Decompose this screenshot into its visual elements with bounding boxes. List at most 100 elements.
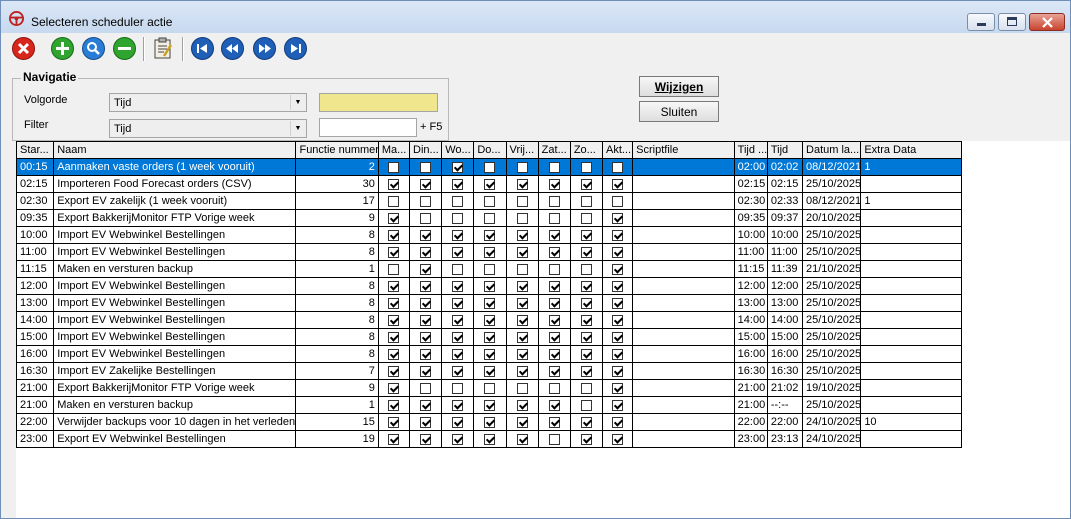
checkbox-akt[interactable] [612, 280, 624, 292]
checkbox-vr[interactable] [516, 399, 528, 411]
checkbox-ma[interactable] [388, 382, 400, 394]
column-header[interactable]: Functie nummer [295, 141, 379, 159]
checkbox-vr[interactable] [516, 348, 528, 360]
checkbox-zo[interactable] [580, 161, 592, 173]
checkbox-vr[interactable] [516, 195, 528, 207]
column-header[interactable]: Naam [53, 141, 297, 159]
checkbox-akt[interactable] [612, 365, 624, 377]
checkbox-akt[interactable] [612, 348, 624, 360]
checkbox-wo[interactable] [452, 297, 464, 309]
column-header[interactable]: Star... [15, 141, 55, 159]
table-row[interactable]: 14:00 Import EV Webwinkel Bestellingen 8 14… [15, 311, 962, 329]
column-header[interactable]: Do... [473, 141, 507, 159]
table-row[interactable]: 02:30 Export EV zakelijk (1 week vooruit)… [15, 192, 962, 210]
checkbox-vr[interactable] [516, 263, 528, 275]
table-row[interactable]: 11:15 Maken en versturen backup 1 11:15 11:3… [15, 260, 962, 278]
checkbox-za[interactable] [548, 331, 560, 343]
checkbox-do[interactable] [484, 433, 496, 445]
chevron-down-icon[interactable]: ▼ [290, 95, 305, 110]
checkbox-akt[interactable] [612, 433, 624, 445]
maximize-button[interactable] [998, 13, 1026, 31]
next-record-button[interactable] [252, 36, 277, 61]
table-row[interactable]: 11:00 Import EV Webwinkel Bestellingen 8 11… [15, 243, 962, 261]
checkbox-akt[interactable] [612, 195, 624, 207]
column-header[interactable]: Zo... [569, 141, 603, 159]
checkbox-wo[interactable] [452, 365, 464, 377]
checkbox-ma[interactable] [388, 399, 400, 411]
minimize-button[interactable] [967, 13, 995, 31]
checkbox-zo[interactable] [580, 348, 592, 360]
checkbox-zo[interactable] [580, 365, 592, 377]
checkbox-di[interactable] [420, 365, 432, 377]
checkbox-vr[interactable] [516, 365, 528, 377]
checkbox-wo[interactable] [452, 399, 464, 411]
table-row[interactable]: 09:35 Export BakkerijMonitor FTP Vorige w… [15, 209, 962, 227]
checkbox-zo[interactable] [580, 229, 592, 241]
checkbox-ma[interactable] [388, 314, 400, 326]
column-header[interactable]: Zat... [537, 141, 571, 159]
checkbox-do[interactable] [484, 382, 496, 394]
checkbox-vr[interactable] [516, 161, 528, 173]
checkbox-di[interactable] [420, 348, 432, 360]
column-header[interactable]: Scriptfile [632, 141, 735, 159]
checkbox-ma[interactable] [388, 229, 400, 241]
checkbox-di[interactable] [420, 195, 432, 207]
checkbox-za[interactable] [548, 416, 560, 428]
table-row[interactable]: 16:30 Import EV Zakelijke Bestellingen 7 16… [15, 362, 962, 380]
checkbox-di[interactable] [420, 314, 432, 326]
checkbox-wo[interactable] [452, 178, 464, 190]
checkbox-wo[interactable] [452, 263, 464, 275]
column-header[interactable]: Vrij... [505, 141, 539, 159]
order-select[interactable]: Tijd ▼ [109, 93, 307, 112]
checkbox-ma[interactable] [388, 161, 400, 173]
checkbox-wo[interactable] [452, 246, 464, 258]
checkbox-zo[interactable] [580, 314, 592, 326]
checkbox-ma[interactable] [388, 433, 400, 445]
checkbox-ma[interactable] [388, 195, 400, 207]
table-row[interactable]: 12:00 Import EV Webwinkel Bestellingen 8 12… [15, 277, 962, 295]
checkbox-do[interactable] [484, 178, 496, 190]
column-header[interactable]: Tijd [766, 141, 804, 159]
checkbox-di[interactable] [420, 297, 432, 309]
add-button[interactable] [50, 36, 75, 61]
checkbox-do[interactable] [484, 263, 496, 275]
checkbox-ma[interactable] [388, 212, 400, 224]
checkbox-akt[interactable] [612, 161, 624, 173]
checkbox-ma[interactable] [388, 280, 400, 292]
checkbox-zo[interactable] [580, 382, 592, 394]
table-row[interactable]: 13:00 Import EV Webwinkel Bestellingen 8 13… [15, 294, 962, 312]
checkbox-akt[interactable] [612, 297, 624, 309]
checkbox-di[interactable] [420, 399, 432, 411]
checkbox-do[interactable] [484, 314, 496, 326]
checkbox-wo[interactable] [452, 195, 464, 207]
checkbox-akt[interactable] [612, 212, 624, 224]
column-header[interactable]: Tijd ... [733, 141, 768, 159]
checkbox-di[interactable] [420, 178, 432, 190]
checkbox-vr[interactable] [516, 178, 528, 190]
checkbox-za[interactable] [548, 263, 560, 275]
filter-input[interactable] [319, 118, 417, 137]
table-row[interactable]: 02:15 Importeren Food Forecast orders (CS… [15, 175, 962, 193]
column-header[interactable]: Akt... [601, 141, 634, 159]
checkbox-di[interactable] [420, 416, 432, 428]
checkbox-za[interactable] [548, 246, 560, 258]
first-record-button[interactable] [190, 36, 215, 61]
checkbox-di[interactable] [420, 161, 432, 173]
delete-button[interactable] [11, 36, 36, 61]
checkbox-za[interactable] [548, 433, 560, 445]
checkbox-wo[interactable] [452, 416, 464, 428]
checkbox-do[interactable] [484, 212, 496, 224]
checkbox-akt[interactable] [612, 178, 624, 190]
checkbox-do[interactable] [484, 399, 496, 411]
chevron-down-icon[interactable]: ▼ [290, 121, 305, 136]
checkbox-vr[interactable] [516, 382, 528, 394]
checkbox-vr[interactable] [516, 416, 528, 428]
checkbox-wo[interactable] [452, 161, 464, 173]
close-button[interactable]: Sluiten [639, 101, 719, 122]
checkbox-wo[interactable] [452, 314, 464, 326]
checkbox-akt[interactable] [612, 331, 624, 343]
search-input[interactable] [319, 93, 438, 112]
checkbox-do[interactable] [484, 416, 496, 428]
checkbox-zo[interactable] [580, 195, 592, 207]
filter-select[interactable]: Tijd ▼ [109, 119, 307, 138]
